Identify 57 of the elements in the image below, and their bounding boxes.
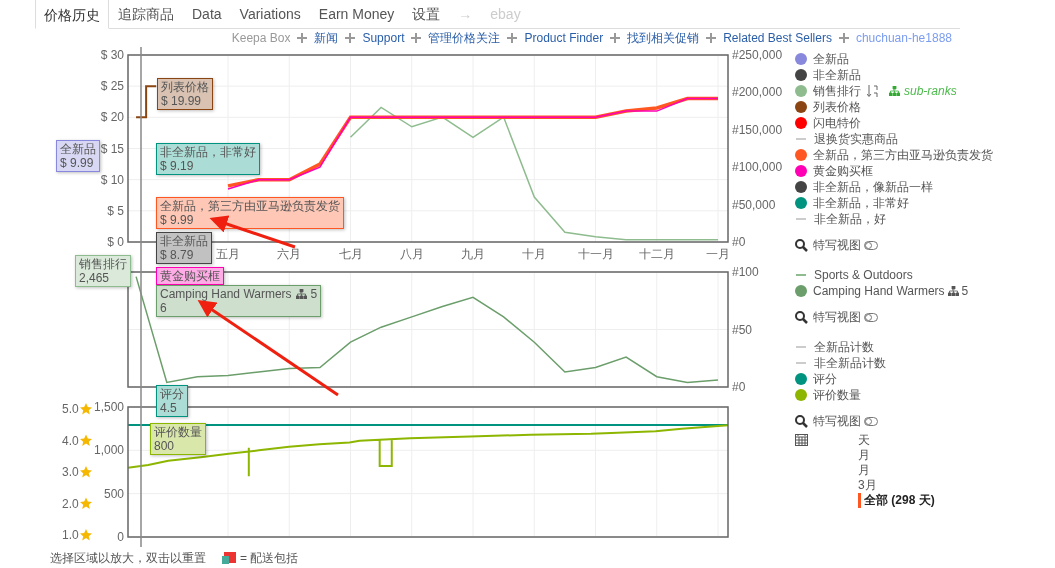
tooltip-value: $ 9.99 bbox=[60, 156, 95, 170]
axis-label: $ 20 bbox=[100, 110, 124, 125]
axis-label: $ 15 bbox=[100, 141, 124, 156]
axis-label: 十月 bbox=[522, 247, 547, 261]
tooltip-value: 6 bbox=[160, 301, 168, 315]
tooltip-title: Camping Hand Warmers bbox=[160, 287, 292, 301]
tooltip-value: 4.5 bbox=[160, 401, 178, 415]
axis-label: #150,000 bbox=[732, 122, 783, 137]
hint-text: 选择区域以放大，双击以重置 bbox=[50, 551, 206, 565]
axis-label: 六月 bbox=[277, 247, 302, 261]
axis-label: 2.0 bbox=[62, 496, 79, 511]
axis-label: #0 bbox=[732, 235, 746, 249]
axis-label: #200,000 bbox=[732, 85, 783, 100]
tooltip-title: 全新品 bbox=[60, 142, 96, 156]
axis-label: 五月 bbox=[216, 247, 240, 261]
tooltip-title: 黄金购买框 bbox=[160, 269, 220, 283]
tooltip-title: 评价数量 bbox=[154, 425, 202, 439]
axis-label: $ 25 bbox=[100, 79, 124, 94]
axis-label: 八月 bbox=[399, 247, 424, 261]
axis-label: 0 bbox=[117, 530, 124, 544]
axis-label: #100 bbox=[732, 265, 759, 279]
tooltip-value: $ 8.79 bbox=[160, 248, 195, 262]
note-text: = 配送包括 bbox=[240, 551, 299, 565]
axis-label: #0 bbox=[732, 380, 746, 394]
tooltip-title: 非全新品，非常好 bbox=[160, 145, 256, 159]
axis-label: 十一月 bbox=[577, 247, 614, 261]
axis-label: 十二月 bbox=[638, 247, 675, 261]
axis-label: #250,000 bbox=[732, 48, 783, 62]
axis-label: 1.0 bbox=[62, 528, 79, 542]
axis-label: 1,500 bbox=[93, 400, 124, 414]
axis-label: 九月 bbox=[461, 247, 485, 261]
axis-label: $ 10 bbox=[100, 172, 124, 187]
tooltip-title: 列表价格 bbox=[161, 80, 209, 94]
tooltip-value: 800 bbox=[154, 439, 176, 453]
axis-label: $ 30 bbox=[100, 48, 124, 62]
axis-label: 5.0 bbox=[62, 402, 79, 416]
axis-label: 一月 bbox=[706, 247, 730, 261]
axis-label: $ 0 bbox=[107, 235, 124, 249]
tooltip-value: 2,465 bbox=[79, 271, 111, 285]
axis-label: 3.0 bbox=[62, 465, 79, 479]
axis-label: #50 bbox=[732, 322, 753, 337]
axis-label: 1,000 bbox=[93, 443, 124, 458]
axis-label: 500 bbox=[103, 486, 124, 501]
tooltip-value: $ 9.99 bbox=[160, 213, 195, 227]
axis-label: 七月 bbox=[338, 247, 363, 261]
tooltip-title: 全新品，第三方由亚马逊负责发货 bbox=[160, 199, 340, 213]
tooltip-title: 非全新品 bbox=[160, 234, 208, 248]
legend-rank: 5 bbox=[961, 283, 969, 299]
axis-label: 4.0 bbox=[62, 433, 79, 448]
tooltip-value: $ 9.19 bbox=[160, 159, 195, 173]
tooltip-rank: 5 bbox=[310, 287, 318, 301]
tooltip-title: 销售排行 bbox=[79, 257, 127, 271]
tooltip-value: $ 19.99 bbox=[161, 94, 203, 108]
axis-label: #100,000 bbox=[732, 160, 783, 175]
axis-label: $ 5 bbox=[107, 203, 124, 218]
tooltip-title: 评分 bbox=[160, 387, 184, 401]
axis-label: #50,000 bbox=[732, 197, 776, 212]
